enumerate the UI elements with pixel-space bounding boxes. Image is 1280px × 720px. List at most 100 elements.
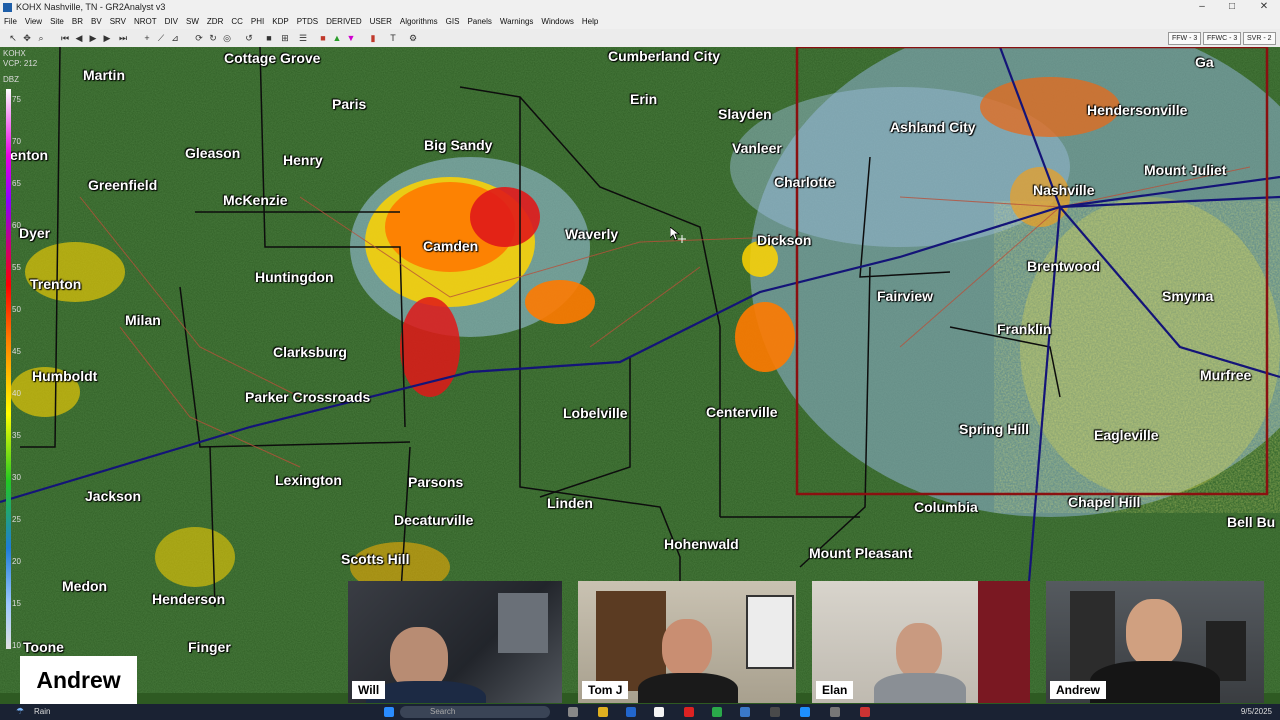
weather-status[interactable]: Rain (34, 707, 50, 716)
menu-item-view[interactable]: View (25, 17, 42, 26)
text-tool-icon[interactable]: T (388, 33, 398, 43)
menu-bar: File View Site BR BV SRV NROT DIV SW ZDR CC PHI KDP P… (0, 15, 1280, 29)
next-frame-icon[interactable]: ▶ (102, 33, 112, 43)
taskbar-app-icon-6[interactable] (712, 707, 722, 717)
person-tom (662, 619, 712, 677)
menu-item-zdr[interactable]: ZDR (207, 17, 223, 26)
pointer-tool-icon[interactable]: ↖ (8, 33, 18, 43)
placefile-triangle-icon[interactable]: ▼ (346, 33, 356, 43)
menu-item-windows[interactable]: Windows (541, 17, 573, 26)
radar-vcp: VCP: 212 (3, 59, 38, 68)
nametag-tom: Tom J (582, 681, 629, 699)
city-label: Brentwood (1027, 258, 1101, 274)
menu-item-user[interactable]: USER (370, 17, 392, 26)
ruler-icon[interactable]: ⊿ (170, 33, 180, 43)
ffwc-badge[interactable]: FFWC - 3 (1203, 32, 1242, 45)
taskbar-app-icon-4[interactable] (654, 707, 664, 717)
taskbar-app-icon-9[interactable] (800, 707, 810, 717)
start-button-icon[interactable] (384, 707, 394, 717)
taskbar-app-icon-1[interactable] (568, 707, 578, 717)
grid-icon[interactable]: ⊞ (280, 33, 290, 43)
reset-icon[interactable]: ↺ (244, 33, 254, 43)
city-label: Big Sandy (424, 137, 493, 153)
taskbar-app-icon-2[interactable] (598, 707, 608, 717)
person-andrew (1126, 599, 1182, 667)
menu-item-srv[interactable]: SRV (110, 17, 126, 26)
zoom-tool-icon[interactable]: ⌕ (36, 33, 46, 43)
menu-item-gis[interactable]: GIS (446, 17, 460, 26)
taskbar-app-icon-3[interactable] (626, 707, 636, 717)
scale-label: 35 (12, 431, 21, 440)
webcam-elan: Elan (812, 581, 1030, 703)
scale-label: 65 (12, 179, 21, 188)
menu-item-sw[interactable]: SW (186, 17, 199, 26)
toolbar: ↖ ✥ ⌕ ⏮ ◀ ▶ ▶ ⏭ + ⟋ ⊿ ⟳ ↻ ◎ ↺ ■ ⊞ ☰ ■ ▲ … (0, 29, 1280, 48)
menu-item-bv[interactable]: BV (91, 17, 102, 26)
ffw-badge[interactable]: FFW - 3 (1168, 32, 1202, 45)
previous-frame-icon[interactable]: ◀ (74, 33, 84, 43)
city-label: Slayden (718, 106, 772, 122)
menu-item-cc[interactable]: CC (231, 17, 243, 26)
taskbar-app-icon-7[interactable] (740, 707, 750, 717)
taskbar-app-icon-5[interactable] (684, 707, 694, 717)
refresh-icon[interactable]: ↻ (208, 33, 218, 43)
crosshair-icon[interactable]: + (142, 33, 152, 43)
city-label: Nashville (1033, 182, 1095, 198)
city-label: Lexington (275, 472, 342, 488)
pan-tool-icon[interactable]: ✥ (22, 33, 32, 43)
city-label: Ga (1195, 54, 1214, 70)
city-label: Finger (188, 639, 231, 655)
menu-item-file[interactable]: File (4, 17, 17, 26)
scale-label: 20 (12, 557, 21, 566)
city-label: Decaturville (394, 512, 474, 528)
city-label: Dickson (757, 232, 812, 248)
menu-item-ptds[interactable]: PTDS (297, 17, 318, 26)
city-label: Milan (125, 312, 161, 328)
book-icon[interactable]: ▮ (368, 33, 378, 43)
city-label: Fairview (877, 288, 934, 304)
menu-item-phi[interactable]: PHI (251, 17, 264, 26)
settings-icon[interactable]: ⚙ (408, 33, 418, 43)
menu-item-nrot[interactable]: NROT (134, 17, 157, 26)
city-label: Scotts Hill (341, 551, 410, 567)
first-frame-icon[interactable]: ⏮ (60, 33, 70, 43)
window-title: KOHX Nashville, TN - GR2Analyst v3 (16, 2, 166, 12)
city-label: Parsons (408, 474, 464, 490)
app-icon (3, 3, 12, 12)
taskbar-app-icon-11[interactable] (860, 707, 870, 717)
menu-item-warnings[interactable]: Warnings (500, 17, 534, 26)
svr-badge[interactable]: SVR - 2 (1243, 32, 1276, 45)
menu-item-site[interactable]: Site (50, 17, 64, 26)
menu-item-kdp[interactable]: KDP (272, 17, 288, 26)
scale-label: 25 (12, 515, 21, 524)
weather-icon[interactable]: ☂ (16, 706, 24, 717)
minimize-icon[interactable]: – (1192, 1, 1212, 12)
maximize-icon[interactable]: □ (1222, 1, 1242, 12)
taskbar-app-icon-10[interactable] (830, 707, 840, 717)
active-speaker-label: Andrew (20, 656, 137, 704)
city-label: Parker Crossroads (245, 389, 371, 405)
city-label: Martin (83, 67, 125, 83)
storm-cell-centerville (735, 302, 795, 372)
menu-item-panels[interactable]: Panels (467, 17, 491, 26)
play-icon[interactable]: ▶ (88, 33, 98, 43)
color-table-icon[interactable]: ■ (318, 33, 328, 43)
menu-item-help[interactable]: Help (582, 17, 598, 26)
taskbar-app-icon-8[interactable] (770, 707, 780, 717)
menu-item-algorithms[interactable]: Algorithms (400, 17, 438, 26)
warning-triangle-icon[interactable]: ▲ (332, 33, 342, 43)
last-frame-icon[interactable]: ⏭ (118, 33, 128, 43)
taskbar-date: 9/5/2025 (1240, 707, 1272, 716)
menu-item-br[interactable]: BR (72, 17, 83, 26)
stop-icon[interactable]: ■ (264, 33, 274, 43)
menu-item-div[interactable]: DIV (165, 17, 178, 26)
scale-label: 70 (12, 137, 21, 146)
layers-icon[interactable]: ☰ (298, 33, 308, 43)
target-icon[interactable]: ◎ (222, 33, 232, 43)
menu-item-derived[interactable]: DERIVED (326, 17, 362, 26)
search-box[interactable]: Search (400, 706, 550, 718)
city-label: Greenfield (88, 177, 158, 193)
line-tool-icon[interactable]: ⟋ (156, 33, 166, 43)
rotate-icon[interactable]: ⟳ (194, 33, 204, 43)
close-icon[interactable]: ✕ (1254, 1, 1274, 12)
